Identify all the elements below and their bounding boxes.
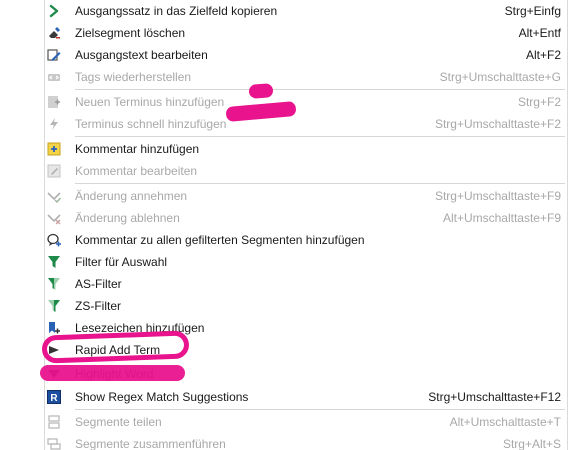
menu-item-shortcut: Strg+Umschalttaste+F12: [428, 390, 561, 404]
comment-filtered-icon: [47, 233, 61, 247]
bookmark-icon: [47, 321, 61, 335]
menu-item-shortcut: Strg+Umschalttaste+F2: [434, 117, 561, 131]
filter-icon: [47, 255, 61, 269]
eraser-icon: [47, 26, 61, 40]
menu-item-label: Terminus schnell hinzufügen: [75, 117, 227, 131]
menu-item-label: Ausgangssatz in das Zielfeld kopieren: [75, 4, 278, 18]
menu-item-shortcut: Strg+Umschalttaste+F9: [434, 189, 561, 203]
menu-separator: [75, 183, 565, 184]
menu-item-source-filter[interactable]: AS-Filter: [45, 273, 567, 295]
menu-item-show-regex-suggestions[interactable]: R Show Regex Match Suggestions Strg+Umsc…: [45, 386, 567, 408]
context-menu: Ausgangssatz in das Zielfeld kopieren St…: [44, 0, 568, 450]
menu-item-split-segments[interactable]: Segmente teilen Alt+Umschalttaste+T: [45, 411, 567, 433]
menu-item-quick-add-term[interactable]: Terminus schnell hinzufügen Strg+Umschal…: [45, 113, 567, 135]
menu-item-label: Tags wiederherstellen: [75, 70, 192, 84]
split-segment-icon: [47, 415, 61, 429]
menu-item-merge-segments[interactable]: Segmente zusammenführen Strg+Alt+S: [45, 433, 567, 450]
redaction-mark: [40, 365, 185, 381]
reject-change-icon: [47, 211, 61, 225]
menu-item-label: Änderung ablehnen: [75, 211, 180, 225]
menu-item-edit-comment[interactable]: Kommentar bearbeiten: [45, 160, 567, 182]
menu-item-target-filter[interactable]: ZS-Filter: [45, 295, 567, 317]
menu-item-shortcut: Strg+Einfg: [504, 4, 561, 18]
menu-item-reject-change[interactable]: Änderung ablehnen Alt+Umschalttaste+F9: [45, 207, 567, 229]
menu-item-label: Kommentar zu allen gefilterten Segmenten…: [75, 233, 365, 247]
menu-item-label: AS-Filter: [75, 277, 122, 291]
menu-item-shortcut: Alt+Entf: [518, 26, 561, 40]
menu-item-copy-source-to-target[interactable]: Ausgangssatz in das Zielfeld kopieren St…: [45, 0, 567, 22]
menu-item-edit-source[interactable]: Ausgangstext bearbeiten Alt+F2: [45, 44, 567, 66]
filter-target-icon: [47, 299, 61, 313]
menu-item-label: Kommentar hinzufügen: [75, 142, 200, 156]
menu-item-label: Änderung annehmen: [75, 189, 188, 203]
menu-item-restore-tags[interactable]: Tags wiederherstellen Strg+Umschalttaste…: [45, 66, 567, 88]
redaction-mark: [41, 330, 190, 364]
menu-separator: [75, 89, 565, 90]
regex-icon: R: [47, 390, 61, 404]
accept-change-icon: [47, 189, 61, 203]
menu-item-shortcut: Alt+F2: [525, 48, 561, 62]
edit-source-icon: [47, 48, 61, 62]
tags-icon: [47, 70, 61, 84]
menu-item-label: Ausgangstext bearbeiten: [75, 48, 208, 62]
menu-item-shortcut: Alt+Umschalttaste+F9: [442, 211, 561, 225]
menu-item-label: Show Regex Match Suggestions: [75, 390, 249, 404]
menu-item-label: ZS-Filter: [75, 299, 121, 313]
svg-text:R: R: [50, 393, 58, 404]
menu-item-add-new-term[interactable]: Neuen Terminus hinzufügen Strg+F2: [45, 91, 567, 113]
screenshot-page: Ausgangssatz in das Zielfeld kopieren St…: [0, 0, 571, 450]
lightning-icon: [47, 117, 61, 131]
menu-item-label: Kommentar bearbeiten: [75, 164, 198, 178]
menu-item-shortcut: Strg+F2: [517, 95, 561, 109]
add-comment-icon: [47, 142, 61, 156]
menu-item-shortcut: Strg+Umschalttaste+G: [439, 70, 561, 84]
merge-segments-icon: [47, 437, 61, 450]
menu-item-label: Neuen Terminus hinzufügen: [75, 95, 225, 109]
edit-comment-icon: [47, 164, 61, 178]
menu-item-comment-all-filtered[interactable]: Kommentar zu allen gefilterten Segmenten…: [45, 229, 567, 251]
menu-item-label: Filter für Auswahl: [75, 255, 168, 269]
menu-item-delete-target[interactable]: Zielsegment löschen Alt+Entf: [45, 22, 567, 44]
menu-separator: [75, 136, 565, 137]
redaction-mark: [248, 83, 274, 99]
menu-item-label: Zielsegment löschen: [75, 26, 186, 40]
add-term-icon: [47, 95, 61, 109]
filter-source-icon: [47, 277, 61, 291]
menu-item-shortcut: Alt+Umschalttaste+T: [449, 415, 561, 429]
menu-item-filter-selection[interactable]: Filter für Auswahl: [45, 251, 567, 273]
menu-item-shortcut: Strg+Alt+S: [502, 437, 561, 450]
menu-item-add-comment[interactable]: Kommentar hinzufügen: [45, 138, 567, 160]
menu-separator: [75, 409, 565, 410]
chevron-right-icon: [47, 4, 61, 18]
menu-item-accept-change[interactable]: Änderung annehmen Strg+Umschalttaste+F9: [45, 185, 567, 207]
menu-item-label: Segmente teilen: [75, 415, 162, 429]
menu-item-label: Segmente zusammenführen: [75, 437, 226, 450]
